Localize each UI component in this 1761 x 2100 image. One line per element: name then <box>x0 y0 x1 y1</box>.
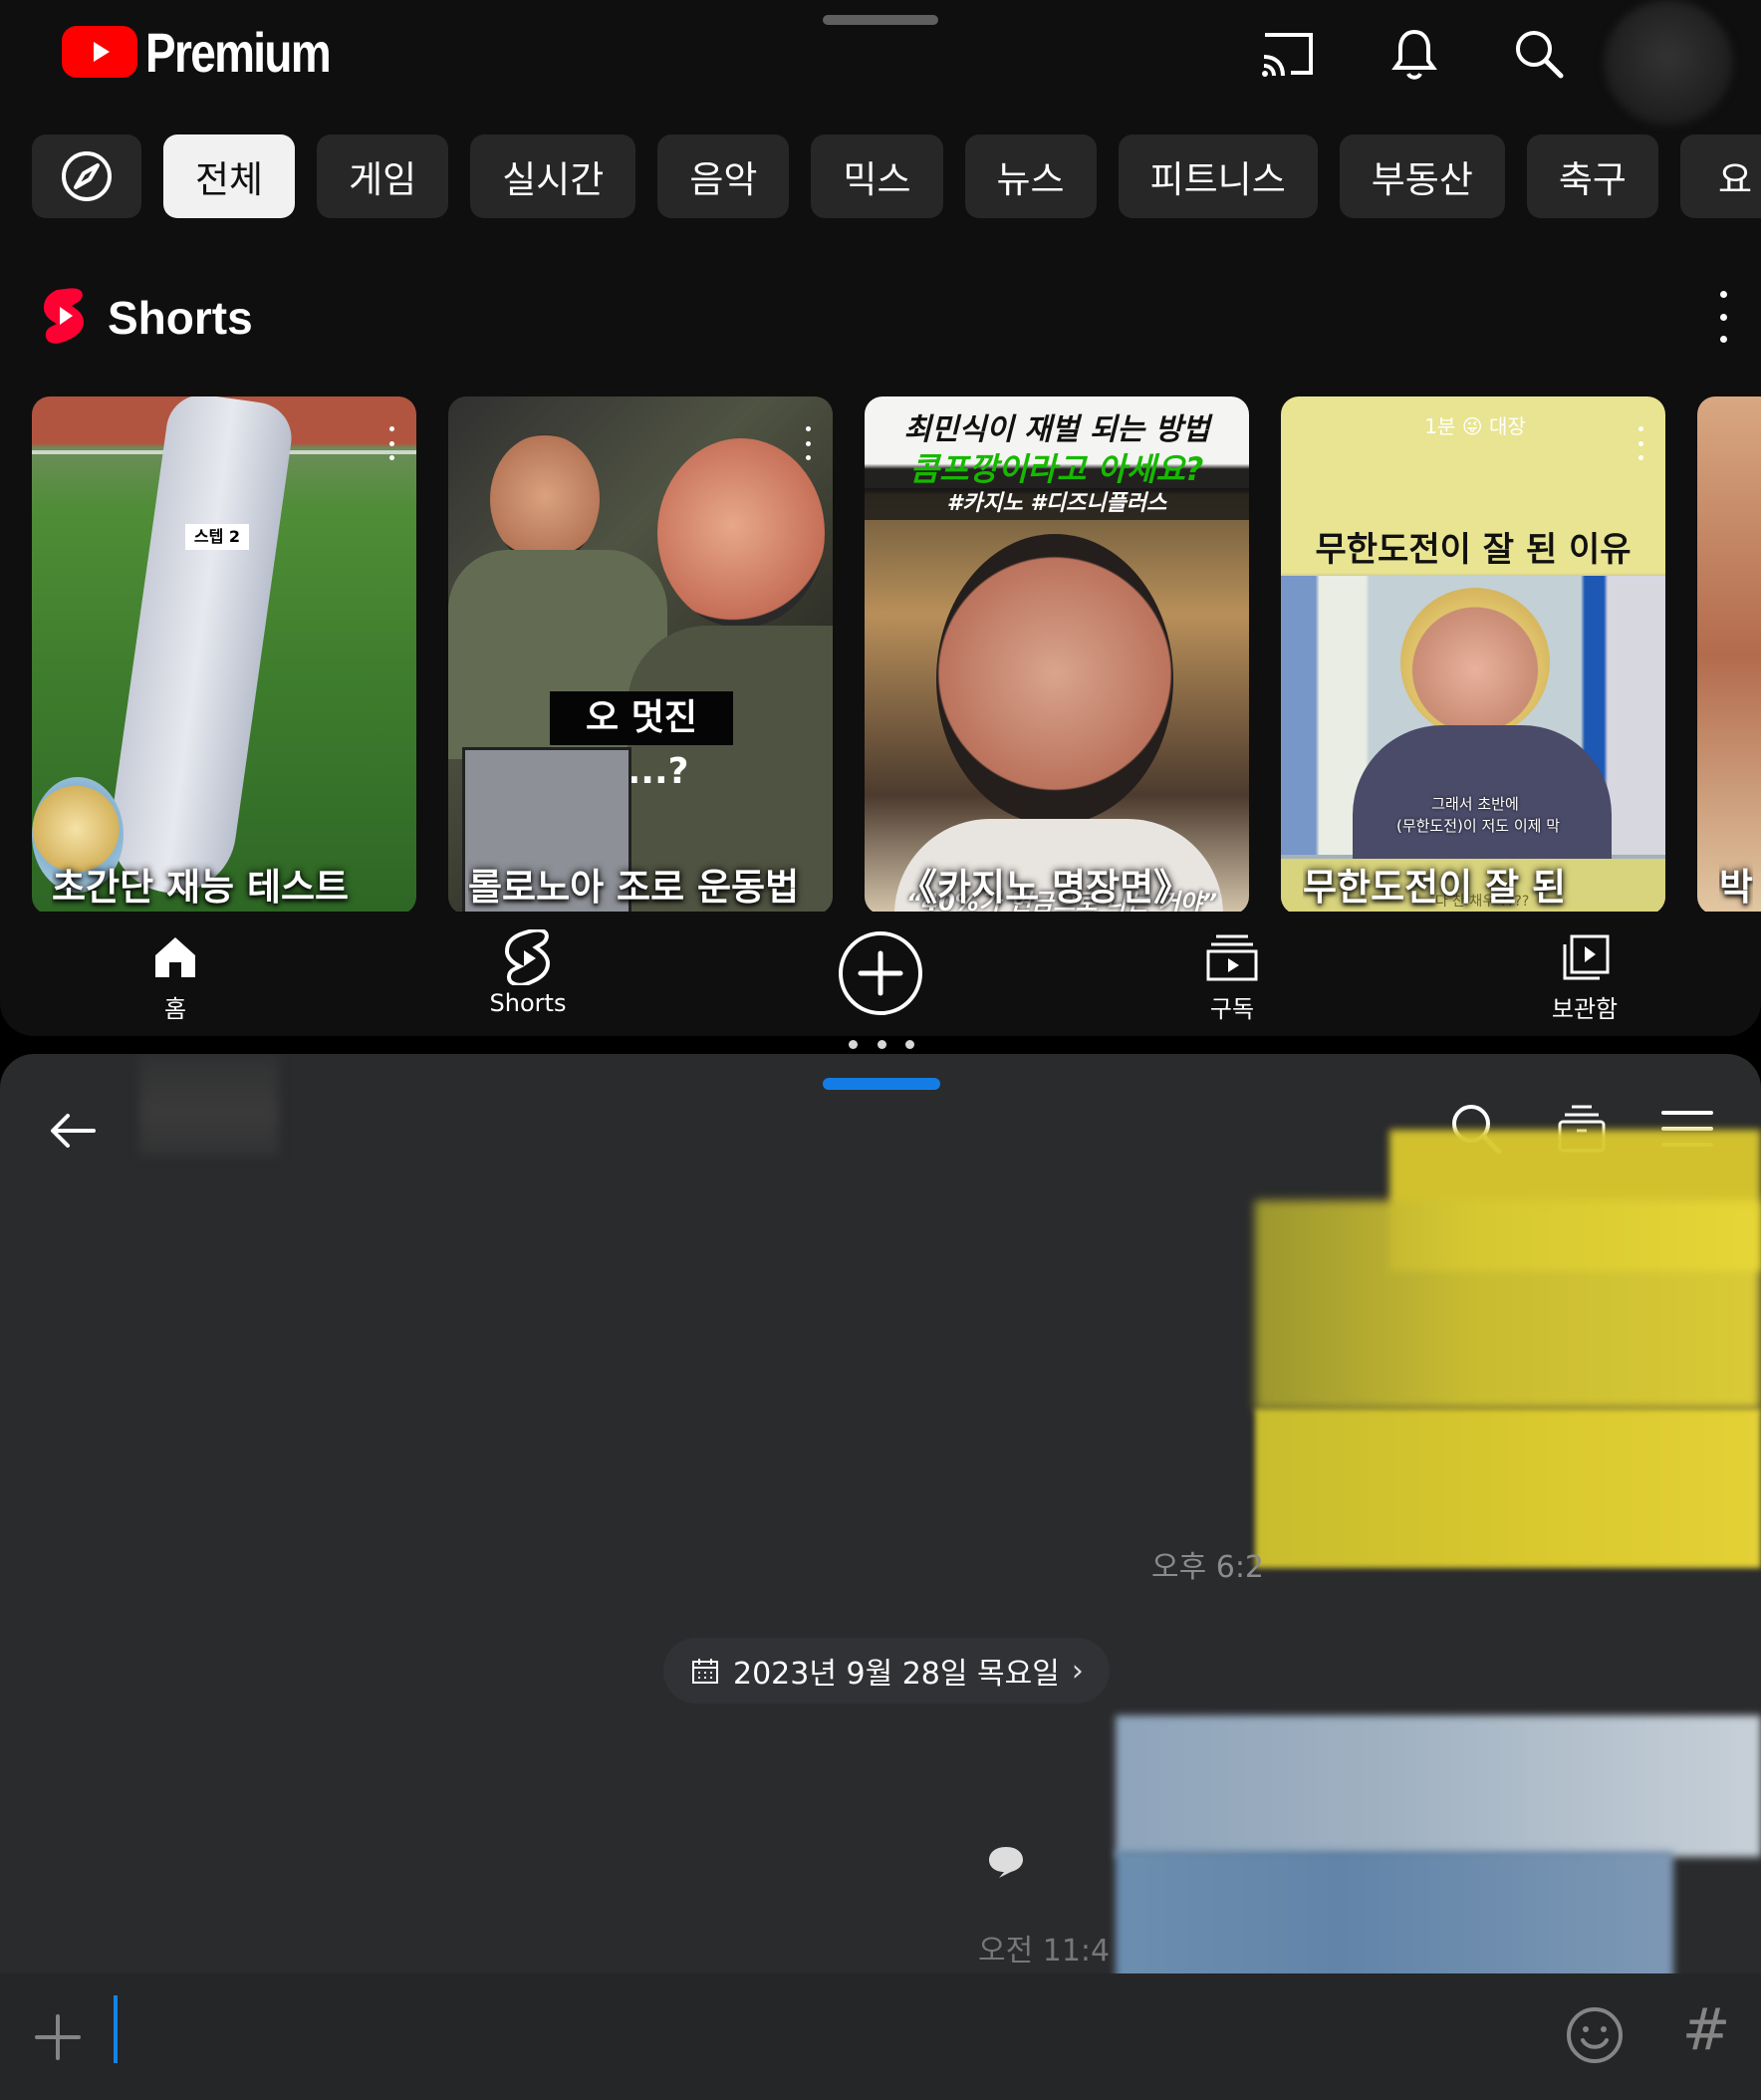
card-5-caption: 박 <box>1719 866 1754 909</box>
chip-real-estate[interactable]: 부동산 <box>1339 134 1505 218</box>
active-window-handle[interactable] <box>823 1078 940 1090</box>
youtube-app-pane: Premium 전체 게임 실시간 음악 믹스 뉴스 피트니스 부동산 축구 요… <box>0 0 1761 1036</box>
card-4-small-text-1: 그래서 초반에 <box>1431 795 1519 813</box>
chip-news[interactable]: 뉴스 <box>964 134 1097 218</box>
chip-all[interactable]: 전체 <box>163 134 296 218</box>
chip-mix[interactable]: 믹스 <box>811 134 943 218</box>
youtube-play-icon <box>62 26 137 78</box>
white-pants-figure <box>102 396 297 902</box>
date-separator-text: 2023년 9월 28일 목요일 <box>733 1657 1060 1692</box>
card-3-caption: 《카지노 명장면》 <box>900 866 1191 909</box>
shorts-card-3[interactable]: 최민식이 재벌 되는 방법 콤프깡이라고 아세요? #카지노 #디즈니플러스 “… <box>865 396 1249 915</box>
redacted-yellow-message-bottom <box>1255 1409 1761 1568</box>
split-window-handle[interactable] <box>823 15 938 25</box>
nav-create[interactable] <box>811 925 950 1021</box>
card-1-more-icon[interactable] <box>386 426 396 460</box>
overlay-caption-box: 오 멋진데...? <box>550 691 733 792</box>
plus-icon[interactable] <box>30 2009 86 2065</box>
card-4-headline: 무한도전이 잘 된 이유 <box>1315 530 1632 570</box>
chevron-right-icon: › <box>1071 1653 1084 1689</box>
emoji-icon[interactable] <box>1564 2004 1626 2066</box>
redacted-yellow-message-middle <box>1255 1200 1761 1410</box>
nav-shorts[interactable]: Shorts <box>458 929 598 1025</box>
chip-soccer[interactable]: 축구 <box>1526 134 1658 218</box>
nav-library[interactable]: 보관함 <box>1515 929 1654 1025</box>
brand-name: Premium <box>145 20 332 84</box>
speech-bubble-icon[interactable] <box>986 1843 1026 1879</box>
category-chip-bar[interactable]: 전체 게임 실시간 음악 믹스 뉴스 피트니스 부동산 축구 요 <box>32 134 1761 218</box>
card-4-small-text-2: (무한도전)이 저도 이제 막 <box>1395 817 1560 835</box>
chip-partial[interactable]: 요 <box>1679 134 1761 218</box>
date-separator-pill[interactable]: 2023년 9월 28일 목요일 › <box>663 1638 1110 1704</box>
hashtag-icon[interactable]: # <box>1673 1996 1739 2062</box>
message-time-1: 오후 6:2 <box>1151 1550 1265 1585</box>
chip-fitness[interactable]: 피트니스 <box>1118 134 1318 218</box>
split-screen-more-icon[interactable] <box>849 1040 914 1052</box>
youtube-bottom-navigation: 홈 Shorts 구독 보관함 <box>0 912 1761 1036</box>
library-icon <box>1515 929 1654 985</box>
shorts-card-2[interactable]: 오 멋진데...? 롤로노아 조로 운동법 <box>448 396 833 915</box>
young-man-face <box>490 434 600 564</box>
shorts-card-4[interactable]: 1분 😜 대장 무한도전이 잘 된 이유 그래서 초반에 (무한도전)이 저도 … <box>1281 396 1665 915</box>
card-2-caption: 롤로노아 조로 운동법 <box>468 866 800 909</box>
subscriptions-icon <box>1162 929 1302 985</box>
step-badge: 스텝 2 <box>185 524 249 550</box>
back-arrow-icon[interactable] <box>44 1101 104 1161</box>
notification-bell-icon[interactable] <box>1385 25 1443 83</box>
chat-app-pane: 오후 6:2 2023년 9월 28일 목요일 › 오전 11:4 # <box>0 1054 1761 2100</box>
calendar-icon <box>692 1659 718 1684</box>
youtube-premium-logo[interactable]: Premium <box>62 21 371 84</box>
chip-music[interactable]: 음악 <box>657 134 790 218</box>
message-time-2: 오전 11:4 <box>978 1934 1111 1969</box>
man-face <box>936 534 1173 825</box>
shorts-card-1[interactable]: 스텝 2 초간단 재능 테스트 <box>32 396 416 915</box>
redacted-blue-message-bottom <box>1116 1851 1673 1990</box>
hat-man-face <box>1400 588 1550 737</box>
nav-subscriptions[interactable]: 구독 <box>1162 929 1302 1025</box>
card-4-top-badge: 1분 😜 대장 <box>1424 414 1526 438</box>
search-icon[interactable] <box>1510 25 1568 83</box>
nav-library-label: 보관함 <box>1551 995 1619 1023</box>
explore-compass-chip[interactable] <box>32 134 141 218</box>
cast-icon[interactable] <box>1259 25 1317 83</box>
card-4-more-icon[interactable] <box>1635 426 1645 460</box>
shorts-section-header: Shorts <box>40 283 253 353</box>
nav-subscriptions-label: 구독 <box>1209 995 1255 1023</box>
card-4-caption: 무한도전이 잘 된 <box>1303 866 1567 909</box>
text-cursor <box>114 1995 118 2063</box>
shorts-card-5-partial[interactable]: 박 <box>1697 396 1761 915</box>
shorts-icon <box>458 929 598 985</box>
nav-home[interactable]: 홈 <box>106 929 245 1025</box>
nav-shorts-label: Shorts <box>489 989 567 1017</box>
older-man-face <box>657 438 825 628</box>
redacted-blue-message-top <box>1116 1715 1761 1857</box>
shorts-more-options-icon[interactable] <box>1709 291 1737 343</box>
blurred-chat-title <box>139 1054 279 1156</box>
card-2-more-icon[interactable] <box>803 426 813 460</box>
account-avatar[interactable] <box>1604 0 1733 126</box>
chip-live[interactable]: 실시간 <box>470 134 636 218</box>
message-input-bar[interactable]: # <box>0 1973 1761 2100</box>
home-icon <box>106 929 245 985</box>
card-3-headline-bottom: 콤프깡이라고 아세요? <box>909 450 1204 488</box>
card-3-hashtags: #카지노 #디즈니플러스 <box>865 488 1249 520</box>
chip-game[interactable]: 게임 <box>317 134 449 218</box>
nav-home-label: 홈 <box>163 995 187 1023</box>
create-plus-icon <box>811 925 950 1021</box>
shorts-logo-icon <box>40 288 88 348</box>
card-3-headline-top: 최민식이 재벌 되는 방법 <box>903 412 1210 447</box>
shorts-title: Shorts <box>108 292 253 344</box>
card-1-caption: 초간단 재능 테스트 <box>52 866 350 909</box>
